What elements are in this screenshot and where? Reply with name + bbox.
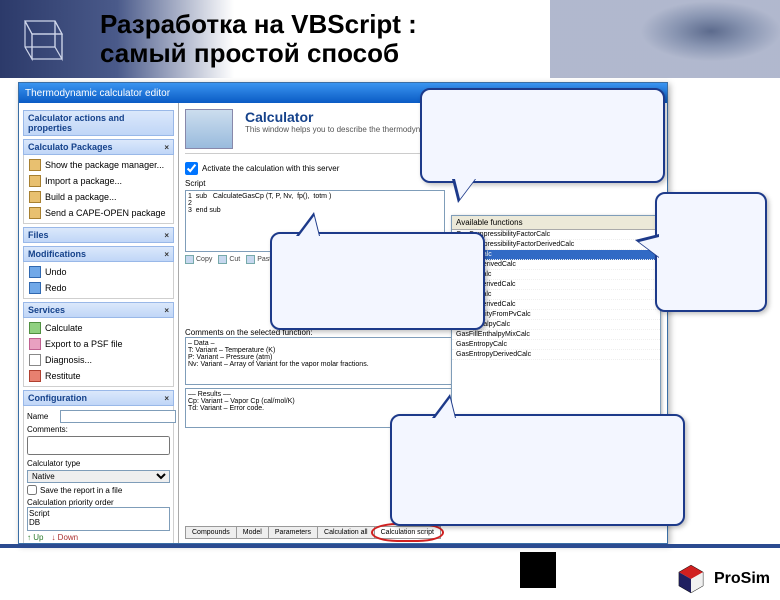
slide-header: Разработка на VBScript : самый простой с…: [0, 0, 780, 78]
title-line-1: Разработка на VBScript :: [100, 9, 417, 39]
collapse-icon[interactable]: ×: [164, 143, 169, 152]
sidebar-item-restitute[interactable]: Restitute: [27, 368, 170, 384]
tab-calculation-all[interactable]: Calculation all: [317, 526, 375, 539]
collapse-icon[interactable]: ×: [164, 306, 169, 315]
header-face-bg: [550, 0, 780, 78]
callout-1: [420, 88, 665, 183]
tab-calculation-script[interactable]: Calculation script: [374, 526, 441, 539]
name-input[interactable]: [60, 410, 176, 423]
services-panel: Calculate Export to a PSF file Diagnosis…: [23, 318, 174, 387]
sidebar-item-calculate[interactable]: Calculate: [27, 320, 170, 336]
func-item[interactable]: GasEntropyDerivedCalc: [452, 350, 660, 360]
sidebar: Calculator actions and properties Calcul…: [19, 103, 179, 543]
wireframe-cube-icon: [10, 9, 70, 69]
cut-icon: [218, 255, 227, 264]
collapse-icon[interactable]: ×: [164, 250, 169, 259]
comments-input[interactable]: [27, 436, 170, 455]
tab-model[interactable]: Model: [236, 526, 269, 539]
copy-icon: [185, 255, 194, 264]
import-icon: [29, 175, 41, 187]
sidebar-item-send-cape[interactable]: Send a CAPE-OPEN package: [27, 205, 170, 221]
callout-3: [655, 192, 767, 312]
priority-up-button[interactable]: ↑ Up: [27, 533, 43, 542]
modifications-panel: Undo Redo: [23, 262, 174, 299]
actions-header: Calculator actions and properties: [23, 110, 174, 136]
window-title-text: Thermodynamic calculator editor: [25, 88, 170, 99]
sidebar-item-export-psf[interactable]: Export to a PSF file: [27, 336, 170, 352]
collapse-icon[interactable]: ×: [164, 394, 169, 403]
activate-label: Activate the calculation with this serve…: [202, 164, 339, 173]
restitute-icon: [29, 370, 41, 382]
calc-type-label: Calculator type: [27, 459, 80, 468]
priority-listbox[interactable]: ScriptDB: [27, 507, 170, 531]
name-label: Name: [27, 412, 57, 421]
sidebar-item-undo[interactable]: Undo: [27, 264, 170, 280]
page-subtitle: This window helps you to describe the th…: [245, 125, 445, 134]
footer-brand: ProSim: [674, 562, 770, 596]
sidebar-item-import-pkg[interactable]: Import a package...: [27, 173, 170, 189]
sidebar-item-build-pkg[interactable]: Build a package...: [27, 189, 170, 205]
func-item[interactable]: GasEntropyCalc: [452, 340, 660, 350]
packages-panel: Show the package manager... Import a pac…: [23, 155, 174, 224]
func-comments-box[interactable]: – Data – T: Variant – Temperature (K) P:…: [185, 337, 485, 385]
services-header[interactable]: Services×: [23, 302, 174, 318]
priority-label: Calculation priority order: [27, 498, 170, 507]
callout-4: [390, 414, 685, 526]
tab-parameters[interactable]: Parameters: [268, 526, 318, 539]
tb-copy[interactable]: Copy: [185, 255, 212, 264]
calc-type-select[interactable]: Native: [27, 470, 170, 483]
available-functions-header: Available functions: [452, 216, 660, 230]
slide-number-box: [520, 552, 556, 588]
packages-header[interactable]: Calculato Packages×: [23, 139, 174, 155]
redo-icon: [29, 282, 41, 294]
paste-icon: [246, 255, 255, 264]
send-icon: [29, 207, 41, 219]
comments-label: Comments:: [27, 425, 68, 434]
save-report-label: Save the report in a file: [40, 486, 122, 495]
page-title: Calculator: [245, 109, 445, 125]
brand-text: ProSim: [714, 570, 770, 588]
footer-bar: [0, 544, 780, 548]
priority-down-button[interactable]: ↓ Down: [51, 533, 78, 542]
activate-checkbox[interactable]: [185, 162, 198, 175]
diag-icon: [29, 354, 41, 366]
export-icon: [29, 338, 41, 350]
modifications-header[interactable]: Modifications×: [23, 246, 174, 262]
undo-icon: [29, 266, 41, 278]
title-line-2: самый простой способ: [100, 38, 399, 68]
sidebar-item-show-pkg-mgr[interactable]: Show the package manager...: [27, 157, 170, 173]
configuration-header[interactable]: Configuration×: [23, 390, 174, 406]
files-header[interactable]: Files×: [23, 227, 174, 243]
tb-cut[interactable]: Cut: [218, 255, 240, 264]
calculator-hero-icon: [185, 109, 233, 149]
tab-compounds[interactable]: Compounds: [185, 526, 237, 539]
bottom-tabs: Compounds Model Parameters Calculation a…: [185, 526, 440, 539]
configuration-panel: Name Comments: Calculator type Native Sa…: [23, 406, 174, 543]
sidebar-item-redo[interactable]: Redo: [27, 280, 170, 296]
prosim-logo-icon: [674, 562, 708, 596]
build-icon: [29, 191, 41, 203]
package-icon: [29, 159, 41, 171]
sidebar-item-diagnosis[interactable]: Diagnosis...: [27, 352, 170, 368]
save-report-checkbox[interactable]: [27, 485, 37, 495]
callout-2: [270, 232, 485, 330]
collapse-icon[interactable]: ×: [164, 231, 169, 240]
func-item[interactable]: GasFillEnthalpyMixCalc: [452, 330, 660, 340]
calc-icon: [29, 322, 41, 334]
